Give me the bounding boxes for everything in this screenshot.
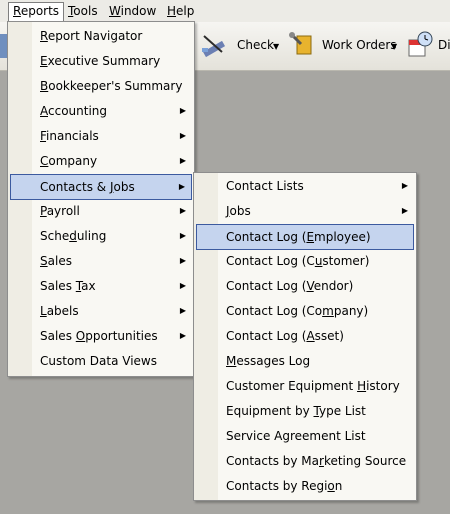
menu-item-contacts-jobs[interactable]: Contacts & Jobs ▶ — [10, 174, 192, 200]
menu-item-contact-lists[interactable]: Contact Lists ▶ — [196, 174, 414, 198]
toolbar-edge-icon — [0, 34, 7, 58]
menu-item-contact-log-customer[interactable]: Contact Log (Customer) — [196, 249, 414, 273]
work-orders-icon — [289, 32, 312, 55]
submenu-arrow-icon: ▶ — [401, 181, 408, 190]
submenu-arrow-icon: ▶ — [179, 281, 186, 290]
check-dropdown-arrow[interactable]: ▼ — [273, 42, 279, 51]
menu-item-payroll[interactable]: Payroll ▶ — [10, 199, 192, 223]
submenu-arrow-icon: ▶ — [179, 106, 186, 115]
calendar-clock-icon — [408, 31, 433, 57]
partial-toolbar-button[interactable]: Di — [438, 36, 450, 54]
menu-reports[interactable]: Reports — [8, 2, 65, 22]
menu-help[interactable]: Help — [163, 3, 198, 19]
menu-item-contacts-by-region[interactable]: Contacts by Region — [196, 474, 414, 498]
menu-item-service-agreement-list[interactable]: Service Agreement List — [196, 424, 414, 448]
work-orders-button[interactable]: Work Orders — [322, 36, 397, 54]
submenu-arrow-icon: ▶ — [401, 206, 408, 215]
submenu-arrow-icon: ▶ — [178, 182, 185, 191]
submenu-arrow-icon: ▶ — [179, 256, 186, 265]
menu-item-jobs[interactable]: Jobs ▶ — [196, 199, 414, 223]
menu-item-sales[interactable]: Sales ▶ — [10, 249, 192, 273]
menu-item-contacts-by-marketing-source[interactable]: Contacts by Marketing Source — [196, 449, 414, 473]
menu-item-report-navigator[interactable]: Report Navigator — [10, 24, 192, 48]
contacts-jobs-submenu: Contact Lists ▶ Jobs ▶ Contact Log (Empl… — [193, 172, 417, 501]
menu-item-scheduling[interactable]: Scheduling ▶ — [10, 224, 192, 248]
check-button[interactable]: Check — [237, 36, 274, 54]
menu-window[interactable]: Window — [105, 3, 160, 19]
menu-item-company[interactable]: Company ▶ — [10, 149, 192, 173]
work-orders-dropdown-arrow[interactable]: ▼ — [391, 42, 397, 51]
menu-item-sales-tax[interactable]: Sales Tax ▶ — [10, 274, 192, 298]
menu-item-custom-data-views[interactable]: Custom Data Views — [10, 349, 192, 373]
menu-item-labels[interactable]: Labels ▶ — [10, 299, 192, 323]
reports-menu: Report Navigator Executive Summary Bookk… — [7, 21, 195, 377]
submenu-arrow-icon: ▶ — [179, 231, 186, 240]
menu-item-financials[interactable]: Financials ▶ — [10, 124, 192, 148]
check-icon — [202, 35, 226, 58]
submenu-arrow-icon: ▶ — [179, 156, 186, 165]
menu-tools[interactable]: Tools — [64, 3, 102, 19]
menu-bar: Reports Tools Window Help — [0, 0, 450, 23]
menu-item-sales-opportunities[interactable]: Sales Opportunities ▶ — [10, 324, 192, 348]
menu-item-bookkeepers-summary[interactable]: Bookkeeper's Summary — [10, 74, 192, 98]
menu-item-customer-equipment-history[interactable]: Customer Equipment History — [196, 374, 414, 398]
menu-item-accounting[interactable]: Accounting ▶ — [10, 99, 192, 123]
menu-item-contact-log-asset[interactable]: Contact Log (Asset) — [196, 324, 414, 348]
submenu-arrow-icon: ▶ — [179, 331, 186, 340]
menu-item-equipment-by-type-list[interactable]: Equipment by Type List — [196, 399, 414, 423]
submenu-arrow-icon: ▶ — [179, 306, 186, 315]
menu-item-contact-log-company[interactable]: Contact Log (Company) — [196, 299, 414, 323]
submenu-arrow-icon: ▶ — [179, 206, 186, 215]
menu-item-contact-log-vendor[interactable]: Contact Log (Vendor) — [196, 274, 414, 298]
submenu-arrow-icon: ▶ — [179, 131, 186, 140]
menu-item-messages-log[interactable]: Messages Log — [196, 349, 414, 373]
menu-item-executive-summary[interactable]: Executive Summary — [10, 49, 192, 73]
menu-item-contact-log-employee[interactable]: Contact Log (Employee) — [196, 224, 414, 250]
